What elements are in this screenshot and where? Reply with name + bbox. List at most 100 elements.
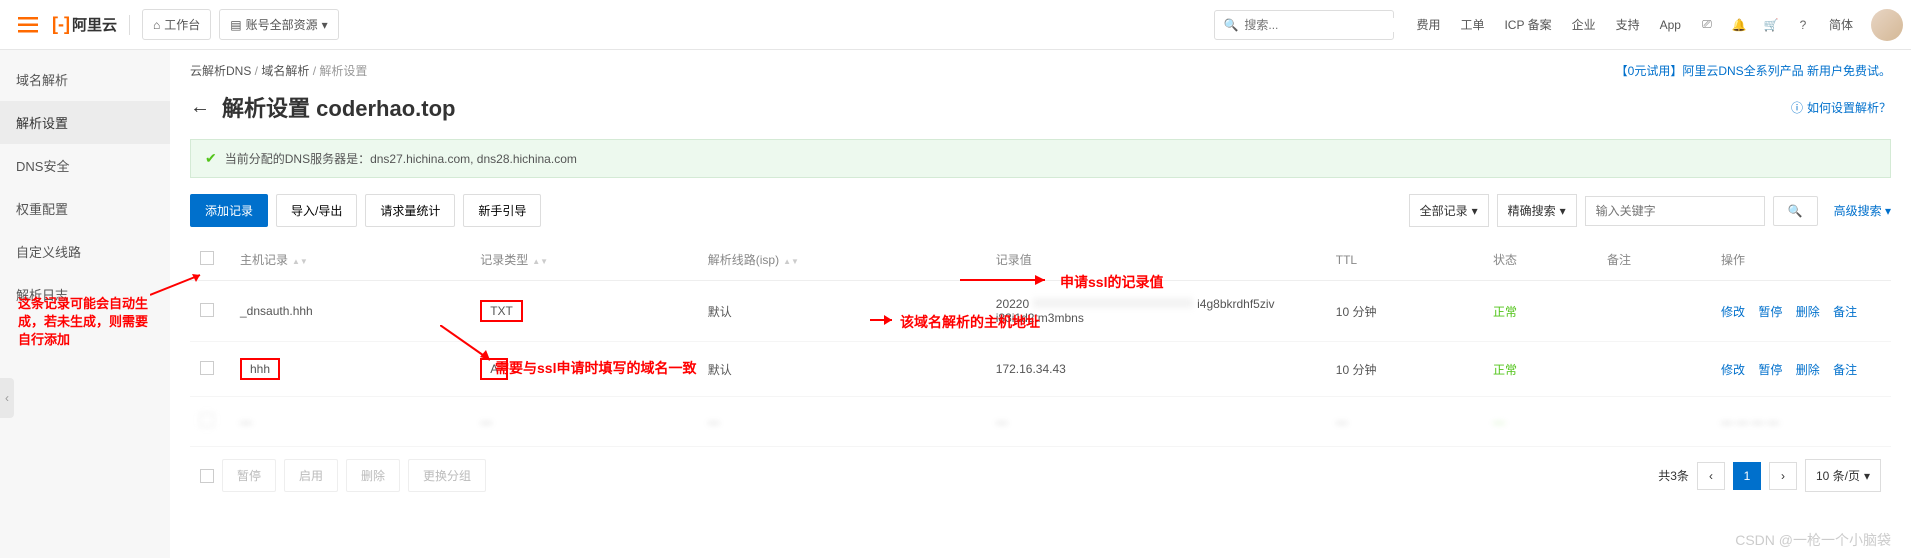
- main-content: 云解析DNS / 域名解析 / 解析设置 【0元试用】阿里云DNS全系列产品 新…: [170, 50, 1911, 558]
- keyword-input[interactable]: [1585, 196, 1765, 226]
- crumb-domain[interactable]: 域名解析: [261, 64, 309, 78]
- table-row: hhh A 默认 172.16.34.43 10 分钟 正常 修改 暂停 删除 …: [190, 342, 1891, 397]
- import-export-button[interactable]: 导入/导出: [276, 194, 357, 227]
- avatar[interactable]: [1871, 9, 1903, 41]
- record-value: 172.16.34.43: [986, 342, 1326, 397]
- col-type[interactable]: 记录类型▲▼: [470, 239, 698, 281]
- search-icon: 🔍: [1223, 18, 1238, 32]
- back-arrow[interactable]: ←: [190, 96, 210, 119]
- line-value: 默认: [698, 342, 986, 397]
- batch-delete[interactable]: 删除: [346, 459, 400, 492]
- sidebar-item-dnssec[interactable]: DNS安全: [0, 144, 170, 187]
- chevron-down-icon: ▾: [1560, 204, 1566, 218]
- top-link-icp[interactable]: ICP 备案: [1504, 16, 1551, 33]
- host-value: _dnsauth.hhh: [240, 304, 313, 318]
- chevron-down-icon: ▾: [322, 18, 328, 32]
- remark-action[interactable]: 备注: [1833, 363, 1857, 377]
- col-host[interactable]: 主机记录▲▼: [230, 239, 470, 281]
- select-all-checkbox[interactable]: [200, 251, 214, 265]
- watermark: CSDN @一枪一个小脑袋: [1735, 530, 1891, 550]
- logo-text: 阿里云: [72, 14, 117, 35]
- ttl-value: 10 分钟: [1326, 281, 1483, 342]
- language-switch[interactable]: 简体: [1829, 16, 1853, 33]
- col-ttl: TTL: [1326, 239, 1483, 281]
- next-page[interactable]: ›: [1769, 462, 1797, 490]
- top-link-support[interactable]: 支持: [1616, 16, 1640, 33]
- table-row-blurred: ——————— — — —: [190, 397, 1891, 447]
- breadcrumb: 云解析DNS / 域名解析 / 解析设置 【0元试用】阿里云DNS全系列产品 新…: [190, 62, 1891, 79]
- delete-action[interactable]: 删除: [1796, 305, 1820, 319]
- footer-bar: 暂停 启用 删除 更换分组 共3条 ‹ 1 › 10 条/页 ▾: [190, 447, 1891, 504]
- menu-toggle[interactable]: [8, 5, 48, 45]
- pause-action[interactable]: 暂停: [1758, 363, 1782, 377]
- crumb-dns[interactable]: 云解析DNS: [190, 64, 251, 78]
- search-button[interactable]: 🔍: [1773, 196, 1818, 226]
- page-1[interactable]: 1: [1733, 462, 1761, 490]
- stats-button[interactable]: 请求量统计: [365, 194, 455, 227]
- check-icon: ✔: [205, 150, 217, 167]
- edit-action[interactable]: 修改: [1721, 305, 1745, 319]
- filter-select[interactable]: 全部记录 ▾: [1409, 194, 1489, 227]
- resources-icon: ▤: [230, 18, 241, 32]
- guide-button[interactable]: 新手引导: [463, 194, 541, 227]
- sidebar-item-records[interactable]: 解析设置: [0, 101, 170, 144]
- batch-group[interactable]: 更换分组: [408, 459, 486, 492]
- crumb-current: 解析设置: [319, 64, 367, 78]
- col-action: 操作: [1711, 239, 1891, 281]
- topbar: [-] 阿里云 ⌂ 工作台 ▤ 账号全部资源 ▾ 🔍 费用 工单 ICP 备案 …: [0, 0, 1911, 50]
- search-input[interactable]: [1244, 18, 1399, 32]
- total-count: 共3条: [1658, 467, 1689, 484]
- sidebar-collapse[interactable]: ‹: [0, 378, 14, 418]
- row-checkbox[interactable]: [200, 303, 214, 317]
- prev-page[interactable]: ‹: [1697, 462, 1725, 490]
- batch-pause[interactable]: 暂停: [222, 459, 276, 492]
- dns-server-alert: ✔ 当前分配的DNS服务器是：dns27.hichina.com, dns28.…: [190, 139, 1891, 178]
- batch-enable[interactable]: 启用: [284, 459, 338, 492]
- home-icon: ⌂: [153, 18, 160, 32]
- advanced-search[interactable]: 高级搜索 ▾: [1834, 202, 1891, 219]
- edit-action[interactable]: 修改: [1721, 363, 1745, 377]
- col-line[interactable]: 解析线路(isp)▲▼: [698, 239, 986, 281]
- bell-icon[interactable]: 🔔: [1723, 9, 1755, 41]
- divider: [129, 15, 130, 35]
- per-page-select[interactable]: 10 条/页 ▾: [1805, 459, 1881, 492]
- help-icon[interactable]: ?: [1787, 9, 1819, 41]
- top-link-cost[interactable]: 费用: [1416, 16, 1440, 33]
- cloudshell-icon[interactable]: ⎚: [1691, 9, 1723, 41]
- remark-action[interactable]: 备注: [1833, 305, 1857, 319]
- top-link-enterprise[interactable]: 企业: [1572, 16, 1596, 33]
- ttl-value: 10 分钟: [1326, 342, 1483, 397]
- sidebar-item-weight[interactable]: 权重配置: [0, 187, 170, 230]
- type-value: A: [480, 358, 508, 380]
- resources-button[interactable]: ▤ 账号全部资源 ▾: [219, 9, 338, 40]
- search-mode-select[interactable]: 精确搜索 ▾: [1497, 194, 1577, 227]
- add-record-button[interactable]: 添加记录: [190, 194, 268, 227]
- help-link[interactable]: ⓘ 如何设置解析？: [1791, 99, 1891, 116]
- status-value: 正常: [1483, 281, 1597, 342]
- records-table: 主机记录▲▼ 记录类型▲▼ 解析线路(isp)▲▼ 记录值 TTL 状态 备注 …: [190, 239, 1891, 447]
- chevron-down-icon: ▾: [1864, 469, 1870, 483]
- logo[interactable]: [-] 阿里云: [52, 14, 117, 35]
- question-icon: ⓘ: [1791, 99, 1803, 116]
- pause-action[interactable]: 暂停: [1758, 305, 1782, 319]
- sidebar-item-lines[interactable]: 自定义线路: [0, 230, 170, 273]
- footer-checkbox[interactable]: [200, 469, 214, 483]
- line-value: 默认: [698, 281, 986, 342]
- sidebar-item-domain[interactable]: 域名解析: [0, 58, 170, 101]
- top-link-app[interactable]: App: [1660, 18, 1681, 32]
- alert-text: 当前分配的DNS服务器是：dns27.hichina.com, dns28.hi…: [225, 150, 577, 167]
- cart-icon[interactable]: 🛒: [1755, 9, 1787, 41]
- row-checkbox[interactable]: [200, 361, 214, 375]
- top-link-ticket[interactable]: 工单: [1460, 16, 1484, 33]
- chevron-down-icon: ▾: [1472, 204, 1478, 218]
- host-value: hhh: [240, 358, 280, 380]
- global-search[interactable]: 🔍: [1214, 10, 1394, 40]
- type-value: TXT: [480, 300, 523, 322]
- sidebar-item-logs[interactable]: 解析日志: [0, 273, 170, 316]
- delete-action[interactable]: 删除: [1796, 363, 1820, 377]
- workspace-button[interactable]: ⌂ 工作台: [142, 9, 211, 40]
- status-value: 正常: [1483, 342, 1597, 397]
- col-remark: 备注: [1597, 239, 1711, 281]
- promo-link[interactable]: 【0元试用】阿里云DNS全系列产品 新用户免费试。: [1616, 62, 1891, 79]
- sidebar: 域名解析 解析设置 DNS安全 权重配置 自定义线路 解析日志 ‹: [0, 50, 170, 558]
